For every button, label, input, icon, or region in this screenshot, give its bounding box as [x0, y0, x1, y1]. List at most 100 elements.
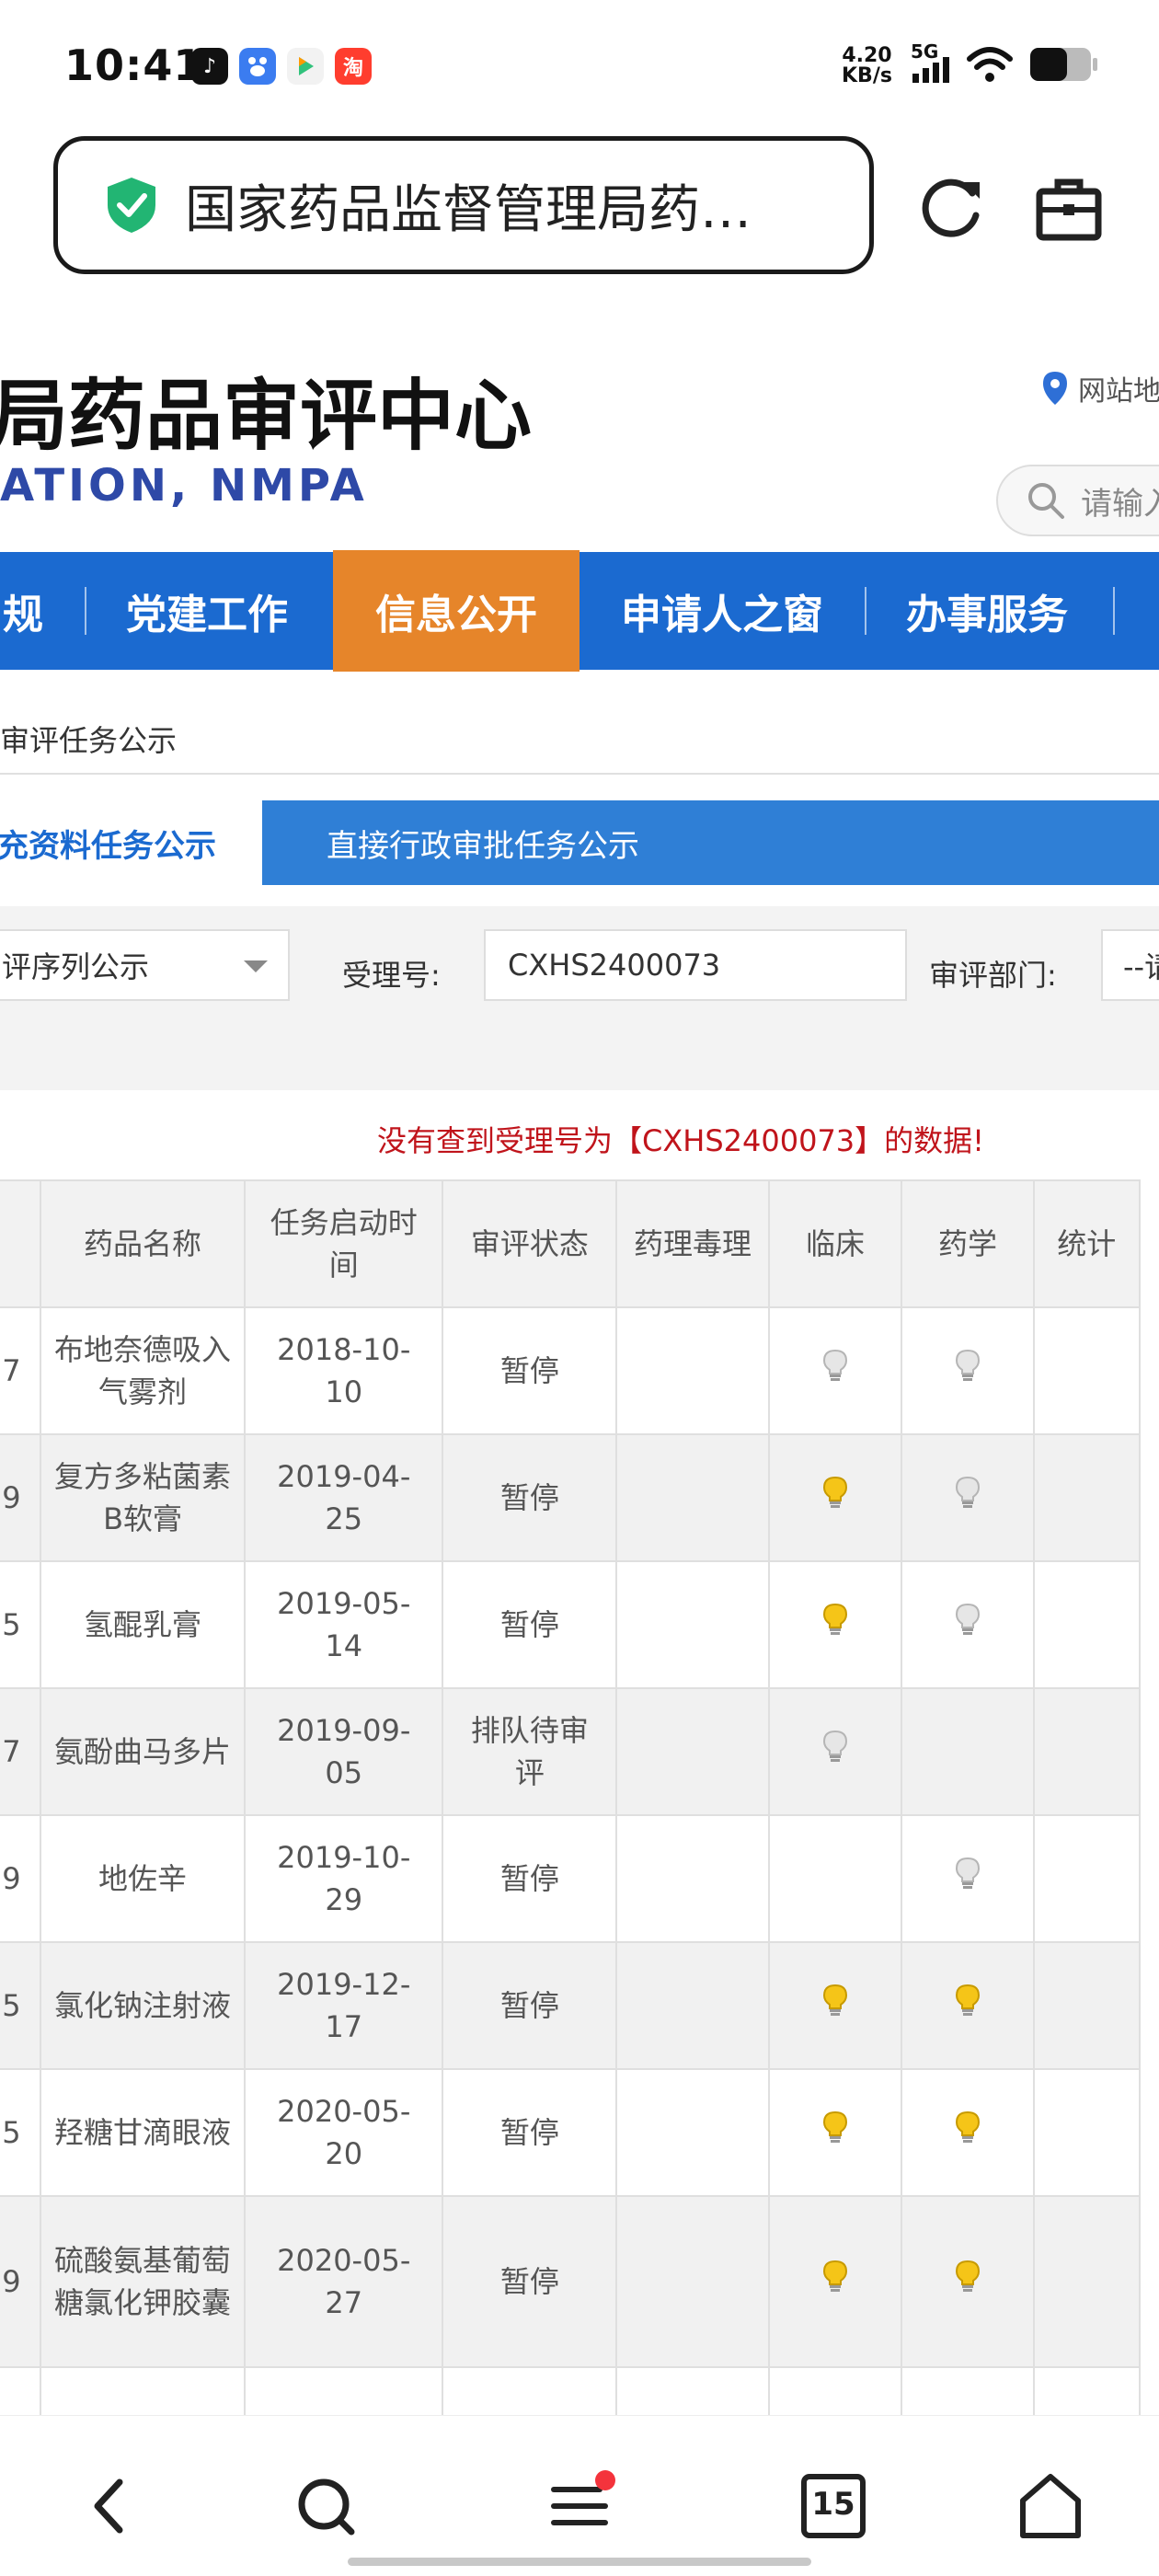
- clinical-cell: [767, 2195, 903, 2368]
- lightbulb-off-icon: [955, 1603, 980, 1635]
- pharmacy-cell: [901, 1433, 1035, 1562]
- row-id: 5: [0, 2068, 41, 2197]
- nav-item-services[interactable]: 办事服务: [881, 552, 1093, 670]
- statistics-cell: [1032, 2366, 1141, 2417]
- pharm-tox-cell: [615, 1687, 770, 1816]
- filter-panel: 评序列公示 受理号: CXHS2400073 审评部门: --请: [0, 906, 1159, 1090]
- speed-value: 4.20: [842, 44, 892, 67]
- statistics-cell: [1032, 2195, 1141, 2368]
- column-header: 任务启动时间: [244, 1179, 444, 1308]
- column-header: 审评状态: [442, 1179, 618, 1308]
- statistics-cell: [1032, 1433, 1141, 1562]
- status-bar: 10:41 ♪ 淘 4.20 KB/s 5G: [0, 0, 1159, 133]
- pharmacy-cell: [901, 1687, 1035, 1816]
- menu-icon[interactable]: [543, 2469, 616, 2543]
- tab-bar: 补充资料任务公示 直接行政审批任务公示: [0, 800, 1159, 885]
- pharm-tox-cell: [615, 2068, 770, 2197]
- review-status: [442, 2366, 618, 2417]
- statistics-cell: [1032, 1941, 1141, 2070]
- table-row[interactable]: 注射用头孢: [0, 2366, 1141, 2417]
- pharm-tox-cell: [615, 1560, 770, 1689]
- table-row[interactable]: 5 氢醌乳膏 2019-05-14 暂停: [0, 1560, 1141, 1689]
- address-bar[interactable]: 国家药品监督管理局药…: [53, 136, 874, 274]
- table-row[interactable]: 7 氨酚曲马多片 2019-09-05 排队待审评: [0, 1687, 1141, 1816]
- refresh-icon[interactable]: [915, 173, 989, 247]
- main-nav: 规 党建工作 信息公开 申请人之窗 办事服务: [0, 550, 1159, 672]
- clinical-cell: [767, 1433, 903, 1562]
- review-status: 暂停: [442, 2068, 618, 2197]
- clinical-cell: [767, 1814, 903, 1943]
- nav-item-info-disclosure[interactable]: 信息公开: [333, 550, 580, 672]
- table-row[interactable]: 9 硫酸氨基葡萄糖氯化钾胶囊 2020-05-27 暂停: [0, 2195, 1141, 2368]
- drug-name: 布地奈德吸入气雾剂: [39, 1306, 247, 1435]
- review-status: 暂停: [442, 1814, 618, 1943]
- clinical-cell: [767, 1306, 903, 1435]
- taobao-app-icon: 淘: [335, 48, 372, 85]
- start-date: 2018-10-10: [244, 1306, 444, 1435]
- table-header-row: 药品名称 任务启动时间 审评状态 药理毒理 临床 药学 统计: [0, 1179, 1141, 1308]
- pharm-tox-cell: [615, 1814, 770, 1943]
- column-header: 药理毒理: [615, 1179, 770, 1308]
- start-date: 2019-09-05: [244, 1687, 444, 1816]
- drug-name: 氨酚曲马多片: [39, 1687, 247, 1816]
- lightbulb-off-icon: [955, 1349, 980, 1381]
- row-id: 9: [0, 2195, 41, 2368]
- nav-item-party-building[interactable]: 党建工作: [101, 552, 313, 670]
- table-row[interactable]: 7 布地奈德吸入气雾剂 2018-10-10 暂停: [0, 1306, 1141, 1435]
- search-placeholder: 请输入: [1081, 485, 1159, 523]
- pharmacy-cell: [901, 1941, 1035, 2070]
- pharmacy-cell: [901, 1560, 1035, 1689]
- start-date: 2019-04-25: [244, 1433, 444, 1562]
- tab-label: 补充资料任务公示: [0, 827, 216, 865]
- lightbulb-on-icon: [955, 2260, 980, 2292]
- table-row[interactable]: 5 氯化钠注射液 2019-12-17 暂停: [0, 1941, 1141, 2070]
- search-icon[interactable]: [289, 2469, 362, 2543]
- lightbulb-on-icon: [822, 1984, 848, 2016]
- back-icon[interactable]: [74, 2469, 147, 2543]
- pharmacy-cell: [901, 2068, 1035, 2197]
- lightbulb-off-icon: [822, 1349, 848, 1381]
- wifi-icon: [967, 47, 1013, 82]
- nav-separator: [1113, 587, 1115, 635]
- start-date: 2019-10-29: [244, 1814, 444, 1943]
- no-data-message: 没有查到受理号为【CXHS2400073】的数据!: [377, 1123, 984, 1158]
- table-row[interactable]: 9 地佐辛 2019-10-29 暂停: [0, 1814, 1141, 1943]
- table-row[interactable]: 5 羟糖甘滴眼液 2020-05-20 暂停: [0, 2068, 1141, 2197]
- lightbulb-on-icon: [822, 2110, 848, 2143]
- sequence-select[interactable]: 评序列公示: [0, 929, 290, 1001]
- video-app-icon: [287, 48, 324, 85]
- nav-item-regulations[interactable]: 规: [0, 552, 55, 670]
- drug-name: 氢醌乳膏: [39, 1560, 247, 1689]
- table-row[interactable]: 9 复方多粘菌素B软膏 2019-04-25 暂停: [0, 1433, 1141, 1562]
- page-title-in-address-bar: 国家药品监督管理局药…: [185, 179, 752, 240]
- home-icon[interactable]: [1014, 2469, 1087, 2543]
- task-table: 药品名称 任务启动时间 审评状态 药理毒理 临床 药学 统计 7 布地奈德吸入气雾…: [0, 1179, 1141, 2417]
- column-header: 药品名称: [39, 1179, 247, 1308]
- statistics-cell: [1032, 1560, 1141, 1689]
- start-date: 2019-05-14: [244, 1560, 444, 1689]
- site-search-input[interactable]: 请输入: [996, 465, 1159, 536]
- statistics-cell: [1032, 1687, 1141, 1816]
- nav-item-applicant-window[interactable]: 申请人之窗: [598, 552, 846, 670]
- toolbox-icon[interactable]: [1032, 173, 1106, 247]
- tabs-button[interactable]: 15: [797, 2469, 870, 2543]
- review-status: 暂停: [442, 1433, 618, 1562]
- start-date: 2020-05-20: [244, 2068, 444, 2197]
- pharm-tox-cell: [615, 2195, 770, 2368]
- sitemap-link[interactable]: 网站地: [1041, 368, 1159, 408]
- lightbulb-on-icon: [955, 2110, 980, 2143]
- dept-select[interactable]: --请: [1101, 929, 1159, 1001]
- pharmacy-cell: [901, 2366, 1035, 2417]
- lightbulb-off-icon: [955, 1857, 980, 1889]
- lightbulb-on-icon: [822, 2260, 848, 2292]
- drug-name: 硫酸氨基葡萄糖氯化钾胶囊: [39, 2195, 247, 2368]
- tab-supplement-materials[interactable]: 补充资料任务公示: [0, 800, 262, 885]
- review-status: 暂停: [442, 1306, 618, 1435]
- home-indicator: [348, 2558, 811, 2566]
- row-id: 7: [0, 1687, 41, 1816]
- tab-direct-approval[interactable]: 直接行政审批任务公示: [327, 800, 639, 885]
- clinical-cell: [767, 2068, 903, 2197]
- row-id: 7: [0, 1306, 41, 1435]
- accept-no-label: 受理号:: [342, 958, 441, 993]
- accept-no-input[interactable]: CXHS2400073: [484, 929, 907, 1001]
